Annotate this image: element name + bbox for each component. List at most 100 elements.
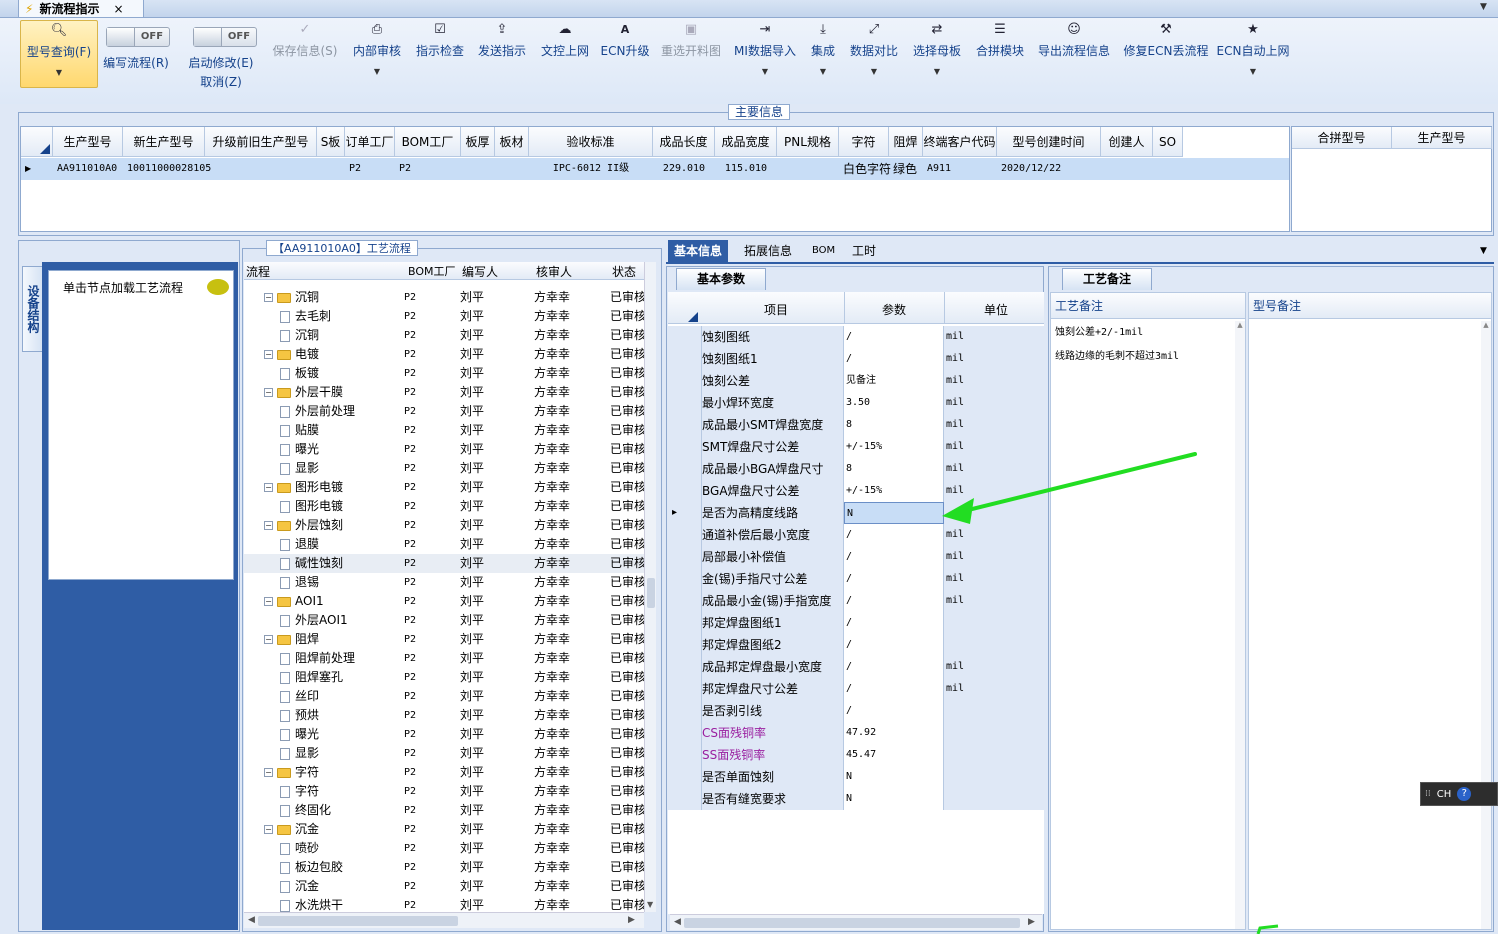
param-value[interactable]: / xyxy=(844,546,944,568)
main-col-header[interactable]: PNL规格 xyxy=(777,127,839,157)
grid-corner[interactable] xyxy=(21,127,53,157)
main-col-header[interactable]: 终端客户代码 xyxy=(923,127,997,157)
notes-scrollbar[interactable]: ▲ xyxy=(1235,321,1245,929)
main-col-header[interactable]: 字符 xyxy=(839,127,889,157)
main-col-header[interactable]: 订单工厂 xyxy=(345,127,395,157)
tree-row[interactable]: 曝光 P2 刘平 方幸幸 已审核 xyxy=(244,440,656,459)
tree-row[interactable]: 外层AOI1 P2 刘平 方幸幸 已审核 xyxy=(244,611,656,630)
param-row[interactable]: 成品邦定焊盘最小宽度 / mil xyxy=(668,656,1044,678)
tree-row[interactable]: 退锡 P2 刘平 方幸幸 已审核 xyxy=(244,573,656,592)
main-info-row[interactable]: ▶ AA911010A0 10011000028105 P2 P2 IPC-6012 I… xyxy=(21,158,1289,180)
ecn-upgrade-button[interactable]: A ECN升级 xyxy=(600,22,650,102)
tree-row[interactable]: − 字符 P2 刘平 方幸幸 已审核 xyxy=(244,763,656,782)
param-value[interactable]: / xyxy=(844,590,944,612)
tree-row[interactable]: − 沉铜 P2 刘平 方幸幸 已审核 xyxy=(244,288,656,307)
param-value[interactable]: +/-15% xyxy=(844,480,944,502)
tree-row[interactable]: − 外层干膜 P2 刘平 方幸幸 已审核 xyxy=(244,383,656,402)
select-master-button[interactable]: ⇄ 选择母板 ▼ xyxy=(908,22,966,102)
param-row[interactable]: 蚀刻图纸1/mil xyxy=(668,348,1044,370)
main-col-header[interactable]: 板厚 xyxy=(461,127,495,157)
param-row[interactable]: 成品最小SMT焊盘宽度 8 mil xyxy=(668,414,1044,436)
param-value[interactable]: 8 xyxy=(844,458,944,480)
main-col-header[interactable]: S板 xyxy=(317,127,345,157)
tree-row[interactable]: − 外层蚀刻 P2 刘平 方幸幸 已审核 xyxy=(244,516,656,535)
param-row[interactable]: 金(锡)手指尺寸公差 / mil xyxy=(668,568,1044,590)
tree-row[interactable]: 显影 P2 刘平 方幸幸 已审核 xyxy=(244,459,656,478)
window-collapse-icon[interactable]: ▼ xyxy=(1480,2,1487,12)
param-value[interactable]: / xyxy=(844,348,944,370)
internal-review-button[interactable]: ⎙ 内部审核 ▼ xyxy=(350,22,404,102)
main-row-cell[interactable] xyxy=(321,158,345,180)
main-col-header[interactable]: 升级前旧生产型号 xyxy=(205,127,317,157)
main-col-header[interactable]: 成品宽度 xyxy=(715,127,777,157)
main-row-cell[interactable] xyxy=(1105,158,1153,180)
param-value[interactable]: / xyxy=(844,612,944,634)
model-notes-scrollbar[interactable]: ▲ xyxy=(1481,321,1491,929)
vertical-tab-equipment[interactable]: 设备结构 xyxy=(22,266,42,352)
param-value[interactable]: / xyxy=(844,656,944,678)
main-row-cell[interactable] xyxy=(781,158,839,180)
tree-row[interactable]: 阻焊前处理 P2 刘平 方幸幸 已审核 xyxy=(244,649,656,668)
param-row[interactable]: 蚀刻图纸 / mil xyxy=(668,326,1044,348)
data-compare-button[interactable]: ⤢ 数据对比 ▼ xyxy=(846,22,902,102)
tree-row[interactable]: 显影 P2 刘平 方幸幸 已审核 xyxy=(244,744,656,763)
send-instruction-button[interactable]: ⇪ 发送指示 xyxy=(476,22,528,102)
tree-row[interactable]: 板边包胶 P2 刘平 方幸幸 已审核 xyxy=(244,858,656,877)
tree-row[interactable]: 终固化 P2 刘平 方幸幸 已审核 xyxy=(244,801,656,820)
main-row-cell[interactable] xyxy=(499,158,529,180)
collapse-icon[interactable]: − xyxy=(264,768,273,777)
collapse-icon[interactable]: − xyxy=(264,597,273,606)
params-horizontal-scrollbar[interactable]: ◀ ▶ xyxy=(670,914,1042,930)
start-modify-toggle[interactable]: OFF xyxy=(193,27,257,47)
tree-row[interactable]: 图形电镀 P2 刘平 方幸幸 已审核 xyxy=(244,497,656,516)
main-col-header[interactable]: 板材 xyxy=(495,127,529,157)
main-row-cell[interactable]: 115.010 xyxy=(715,158,777,180)
tree-row[interactable]: 阻焊塞孔 P2 刘平 方幸幸 已审核 xyxy=(244,668,656,687)
main-row-cell[interactable]: P2 xyxy=(349,158,395,180)
param-value[interactable]: 8 xyxy=(844,414,944,436)
tree-row[interactable]: 板镀 P2 刘平 方幸幸 已审核 xyxy=(244,364,656,383)
main-col-header[interactable]: 型号创建时间 xyxy=(997,127,1101,157)
export-process-button[interactable]: ☺ 导出流程信息 xyxy=(1034,22,1114,102)
collapse-icon[interactable]: − xyxy=(264,388,273,397)
side-nav-card[interactable]: 单击节点加载工艺流程 xyxy=(48,270,234,580)
main-row-cell[interactable]: P2 xyxy=(399,158,461,180)
tab-work-hours[interactable]: 工时 xyxy=(846,240,882,262)
param-row[interactable]: 是否有缝宽要求 N xyxy=(668,788,1044,810)
main-row-cell[interactable]: A911 xyxy=(927,158,997,180)
instruction-check-button[interactable]: ☑ 指示检查 xyxy=(414,22,466,102)
tree-row[interactable]: − 图形电镀 P2 刘平 方幸幸 已审核 xyxy=(244,478,656,497)
model-notes-box[interactable]: 型号备注 ▲ xyxy=(1248,292,1492,930)
merge-module-button[interactable]: ☰ 合拼模块 xyxy=(972,22,1028,102)
main-col-header[interactable]: 生产型号 xyxy=(53,127,123,157)
main-col-header[interactable]: BOM工厂 xyxy=(395,127,461,157)
collapse-icon[interactable]: − xyxy=(264,635,273,644)
main-col-header[interactable]: SO xyxy=(1153,127,1183,157)
tree-row[interactable]: − 沉金 P2 刘平 方幸幸 已审核 xyxy=(244,820,656,839)
tree-row[interactable]: 丝印 P2 刘平 方幸幸 已审核 xyxy=(244,687,656,706)
main-row-cell[interactable]: IPC-6012 II级 xyxy=(529,158,653,180)
param-value[interactable]: / xyxy=(844,524,944,546)
param-row[interactable]: 邦定焊盘尺寸公差 / mil xyxy=(668,678,1044,700)
tree-row[interactable]: 碱性蚀刻 P2 刘平 方幸幸 已审核 xyxy=(244,554,656,573)
tab-bom[interactable]: BOM xyxy=(806,240,841,262)
repair-ecn-button[interactable]: ⚒ 修复ECN丢流程 xyxy=(1122,22,1210,102)
tree-row[interactable]: − 阻焊 P2 刘平 方幸幸 已审核 xyxy=(244,630,656,649)
model-query-button[interactable]: 🔍︎ 型号查询(F) ▼ xyxy=(20,20,98,88)
main-col-header[interactable]: 成品长度 xyxy=(653,127,715,157)
mi-data-import-button[interactable]: ⇥ MI数据导入 ▼ xyxy=(732,22,798,102)
param-value[interactable]: N xyxy=(844,502,944,524)
collapse-icon[interactable]: − xyxy=(264,293,273,302)
param-row[interactable]: 通道补偿后最小宽度 / mil xyxy=(668,524,1044,546)
collapse-icon[interactable]: − xyxy=(264,483,273,492)
collapse-icon[interactable]: − xyxy=(264,825,273,834)
tree-row[interactable]: 预烘 P2 刘平 方幸幸 已审核 xyxy=(244,706,656,725)
ecn-auto-online-button[interactable]: ★ ECN自动上网 ▼ xyxy=(1216,22,1290,102)
doc-online-button[interactable]: ☁ 文控上网 xyxy=(538,22,592,102)
param-row[interactable]: 是否单面蚀刻 N xyxy=(668,766,1044,788)
main-row-cell[interactable]: 10011000028105 xyxy=(127,158,211,180)
process-notes-box[interactable]: 工艺备注 蚀刻公差+2/-1mil 线路边缘的毛刺不超过3mil ▲ xyxy=(1050,292,1246,930)
tree-row[interactable]: 沉铜 P2 刘平 方幸幸 已审核 xyxy=(244,326,656,345)
param-value[interactable]: +/-15% xyxy=(844,436,944,458)
tree-row[interactable]: 字符 P2 刘平 方幸幸 已审核 xyxy=(244,782,656,801)
